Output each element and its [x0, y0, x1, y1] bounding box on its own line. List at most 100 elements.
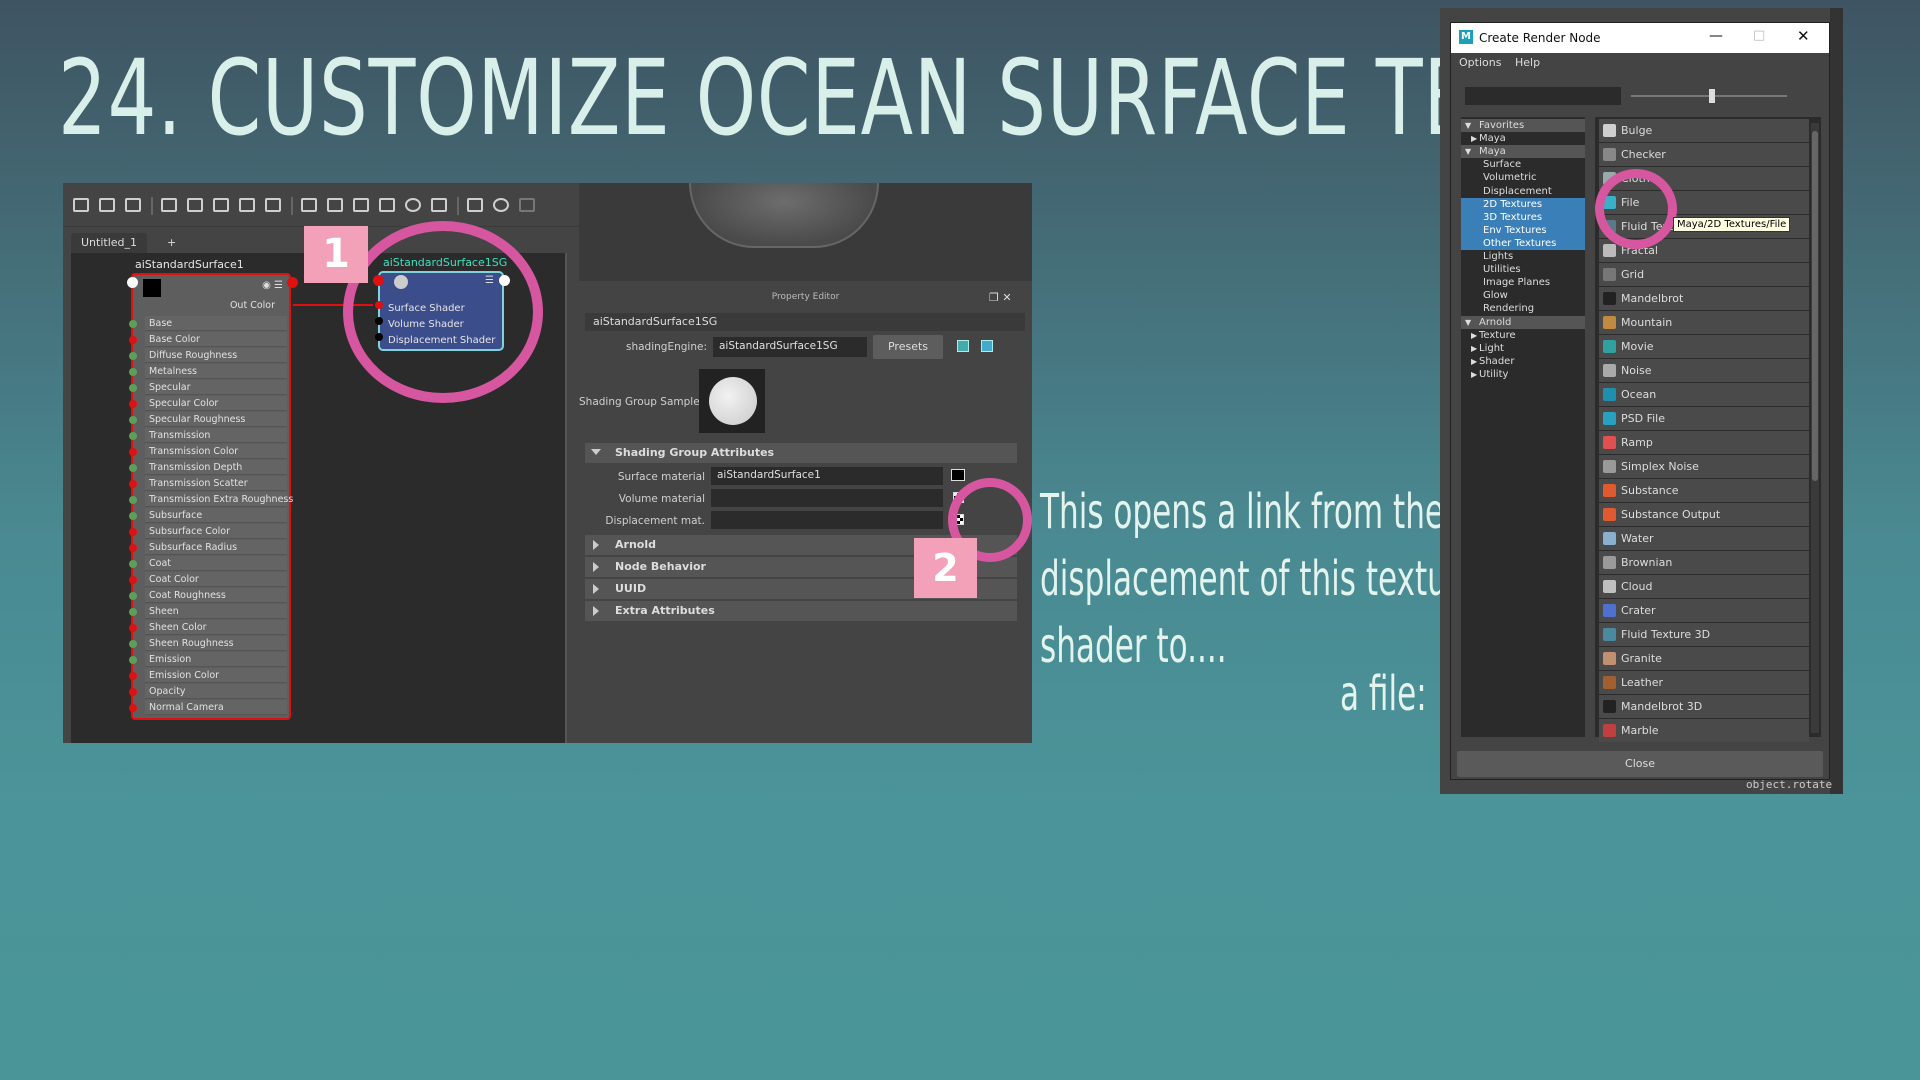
displacement-field[interactable] [711, 511, 943, 529]
attribute-port[interactable] [129, 672, 137, 680]
section-sga[interactable]: Shading Group Attributes [585, 443, 1017, 463]
input-port[interactable] [127, 277, 138, 288]
category-item[interactable]: ▶ Utility [1461, 368, 1585, 381]
attribute-port[interactable] [129, 704, 137, 712]
attribute-port[interactable] [129, 448, 137, 456]
focus-icon[interactable] [957, 340, 969, 352]
category-item[interactable]: Other Textures [1461, 236, 1585, 250]
category-item[interactable]: Utilities [1461, 263, 1585, 276]
category-item[interactable]: Image Planes [1461, 276, 1585, 289]
add-icon[interactable] [187, 198, 203, 212]
category-item[interactable]: ▼ Arnold [1461, 315, 1585, 329]
layout-icon[interactable] [239, 198, 255, 212]
category-item[interactable]: Lights [1461, 250, 1585, 263]
output-port[interactable] [287, 277, 298, 288]
render-node-item[interactable]: Grid [1599, 263, 1809, 286]
attribute-port[interactable] [129, 336, 137, 344]
tree-arrow-icon[interactable]: ▶ [1471, 329, 1477, 342]
render-node-item[interactable]: Brownian [1599, 551, 1809, 574]
tree-arrow-icon[interactable]: ▶ [1471, 368, 1477, 381]
render-node-item[interactable]: Crater [1599, 599, 1809, 622]
render-node-item[interactable]: Leather [1599, 671, 1809, 694]
graph-icon[interactable] [161, 198, 177, 212]
snapshot-icon[interactable] [431, 198, 447, 212]
render-node-item[interactable]: Ocean [1599, 383, 1809, 406]
render-node-item[interactable]: Simplex Noise [1599, 455, 1809, 478]
attribute-port[interactable] [129, 608, 137, 616]
attribute-port[interactable] [129, 496, 137, 504]
category-item[interactable]: Rendering [1461, 302, 1585, 315]
render-node-item[interactable]: Fluid Texture 3D [1599, 623, 1809, 646]
tree-arrow-icon[interactable]: ▼ [1465, 119, 1471, 132]
category-item[interactable]: ▶ Shader [1461, 355, 1585, 368]
category-item[interactable]: ▶ Light [1461, 342, 1585, 355]
render-node-item[interactable]: Mandelbrot 3D [1599, 695, 1809, 718]
attribute-port[interactable] [129, 352, 137, 360]
category-item[interactable]: 2D Textures [1461, 197, 1585, 211]
slider-handle[interactable] [1709, 89, 1715, 103]
custom-view-icon[interactable] [379, 198, 395, 212]
attribute-port[interactable] [129, 480, 137, 488]
render-node-item[interactable]: Granite [1599, 647, 1809, 670]
pe-tab[interactable]: aiStandardSurface1SG [585, 313, 1025, 331]
menu-help[interactable]: Help [1515, 56, 1540, 69]
attribute-port[interactable] [129, 640, 137, 648]
simple-view-icon[interactable] [301, 198, 317, 212]
render-node-item[interactable]: Water [1599, 527, 1809, 550]
category-item[interactable]: ▼ Favorites [1461, 119, 1585, 132]
minimize-icon[interactable]: — [1709, 28, 1723, 44]
attribute-port[interactable] [129, 544, 137, 552]
category-item[interactable]: ▶ Texture [1461, 329, 1585, 342]
attribute-port[interactable] [129, 400, 137, 408]
icon-size-slider[interactable] [1631, 89, 1787, 103]
category-item[interactable]: Surface [1461, 158, 1585, 171]
render-node-item[interactable]: Mandelbrot [1599, 287, 1809, 310]
render-node-item[interactable]: Noise [1599, 359, 1809, 382]
tree-arrow-icon[interactable]: ▶ [1471, 355, 1477, 368]
close-window-icon[interactable]: ✕ [1797, 27, 1810, 45]
attribute-port[interactable] [129, 656, 137, 664]
attribute-port[interactable] [129, 512, 137, 520]
section-extra-attributes[interactable]: Extra Attributes [585, 601, 1017, 621]
copy-tab-icon[interactable] [981, 340, 993, 352]
category-item[interactable]: Volumetric [1461, 171, 1585, 184]
render-node-item[interactable]: Mountain [1599, 311, 1809, 334]
grid-icon[interactable] [467, 198, 483, 212]
render-node-item[interactable]: Substance [1599, 479, 1809, 502]
attribute-port[interactable] [129, 592, 137, 600]
tree-arrow-icon[interactable]: ▶ [1471, 342, 1477, 355]
category-item[interactable]: ▼ Maya [1461, 145, 1585, 159]
menu-options[interactable]: Options [1459, 56, 1501, 69]
render-node-item[interactable]: Substance Output [1599, 503, 1809, 526]
render-node-item[interactable]: Bulge [1599, 119, 1809, 142]
render-node-item[interactable]: Cloud [1599, 575, 1809, 598]
attribute-port[interactable] [129, 384, 137, 392]
category-item[interactable]: Glow [1461, 289, 1585, 302]
search-icon[interactable] [405, 198, 421, 212]
node-menu-icon[interactable]: ◉ ☰ [262, 280, 283, 291]
float-close-icons[interactable]: ❐ ✕ [989, 291, 1012, 304]
category-item[interactable]: Displacement [1461, 185, 1585, 198]
attribute-port[interactable] [129, 624, 137, 632]
remove-icon[interactable] [213, 198, 229, 212]
pin-icon[interactable] [265, 198, 281, 212]
scroll-thumb[interactable] [1812, 131, 1818, 481]
standard-surface-node[interactable]: ◉ ☰ Out Color Base Base Color Diffuse Roug… [129, 273, 293, 720]
category-item[interactable]: 3D Textures [1461, 210, 1585, 224]
node-list-scrollbar[interactable] [1811, 123, 1819, 733]
attribute-port[interactable] [129, 464, 137, 472]
attribute-port[interactable] [129, 560, 137, 568]
volume-material-field[interactable] [711, 489, 943, 507]
presets-button[interactable]: Presets [873, 335, 943, 359]
render-node-item[interactable]: Checker [1599, 143, 1809, 166]
tree-arrow-icon[interactable]: ▼ [1465, 316, 1471, 329]
tab-untitled[interactable]: Untitled_1 [71, 233, 148, 253]
category-item[interactable]: ▶ Maya [1461, 132, 1585, 145]
output-icon[interactable] [125, 198, 141, 212]
shading-engine-field[interactable]: aiStandardSurface1SG [713, 337, 867, 357]
attribute-port[interactable] [129, 576, 137, 584]
connected-view-icon[interactable] [327, 198, 343, 212]
tree-arrow-icon[interactable]: ▼ [1465, 145, 1471, 158]
maximize-icon[interactable]: □ [1753, 28, 1765, 43]
attribute-port[interactable] [129, 688, 137, 696]
